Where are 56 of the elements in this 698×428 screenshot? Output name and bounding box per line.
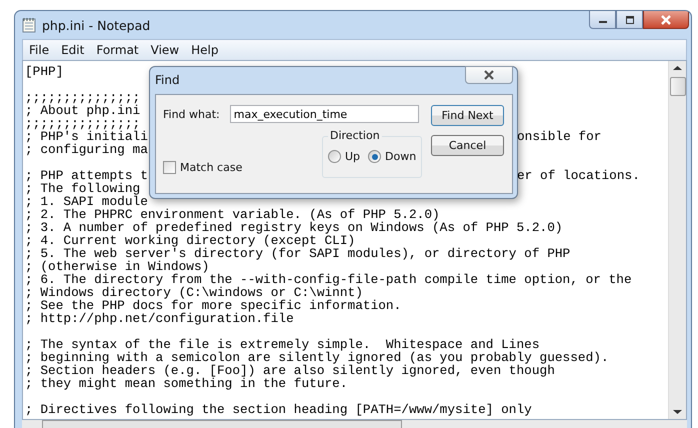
cancel-button[interactable]: Cancel bbox=[431, 135, 504, 156]
text-line: ; The following bbox=[25, 181, 140, 196]
text-line: ; 3. A number of predefined registry keys on Windows (As of PHP 5.2.0) bbox=[25, 220, 563, 235]
text-line: ; configuring ma bbox=[25, 142, 148, 157]
text-line: ; The syntax of the file is extremely simple. Whitespace and Lines bbox=[25, 337, 540, 352]
text-line: ; PHP's initiali bbox=[25, 129, 148, 144]
match-case-label: Match case bbox=[180, 161, 242, 174]
find-next-button[interactable]: Find Next bbox=[431, 105, 504, 126]
find-what-field[interactable]: max_execution_time bbox=[230, 105, 419, 123]
vertical-scrollbar[interactable] bbox=[668, 61, 686, 419]
close-button[interactable] bbox=[465, 66, 513, 84]
maximize-button[interactable] bbox=[616, 11, 643, 29]
text-line: ; 6. The directory from the --with-config-file-path compile time option, or the bbox=[25, 272, 632, 287]
text-line: ; beginning with a semicolon are silently ignored (as you probably guessed). bbox=[25, 350, 609, 365]
text-line: ; 4. Current working directory (except CLI) bbox=[25, 233, 356, 248]
text-line: onsible for bbox=[517, 130, 602, 143]
text-line: ; See the PHP docs for more specific information. bbox=[25, 298, 402, 313]
close-icon bbox=[660, 14, 672, 24]
text-line: ; (otherwise in Windows) bbox=[25, 259, 210, 274]
text-line: ;;;;;;;;;;;;;;; bbox=[25, 116, 140, 131]
close-button[interactable] bbox=[643, 11, 689, 29]
text-line: ; 5. The web server's directory (for SAPI modules), or directory of PHP bbox=[25, 246, 570, 261]
text-line: er of locations. bbox=[517, 169, 640, 182]
text-line: ; Windows directory (C:\windows or C:\winnt) bbox=[25, 285, 363, 300]
radio-label: Down bbox=[385, 150, 416, 163]
text-line: ; 2. The PHPRC environment variable. (As of PHP 5.2.0) bbox=[25, 207, 440, 222]
maximize-icon bbox=[624, 16, 634, 24]
text-line: ;;;;;;;;;;;;;;; bbox=[25, 90, 140, 105]
radio-button[interactable] bbox=[328, 150, 341, 163]
dialog-title: Find bbox=[155, 74, 180, 87]
scroll-up-icon[interactable] bbox=[673, 65, 682, 71]
close-icon bbox=[483, 70, 495, 80]
scroll-thumb[interactable] bbox=[670, 77, 686, 96]
radio-label: Up bbox=[345, 150, 360, 163]
match-case-checkbox[interactable] bbox=[163, 161, 176, 174]
radio-button[interactable] bbox=[368, 150, 382, 163]
menu-item[interactable]: File bbox=[23, 43, 56, 57]
text-line: ; About php.ini bbox=[25, 103, 140, 118]
direction-label: Direction bbox=[328, 129, 382, 142]
window-title: php.ini - Notepad bbox=[42, 18, 150, 32]
text-line: ; Directives following the section heading [PATH=/www/mysite] only bbox=[25, 402, 532, 417]
minimize-button[interactable] bbox=[589, 11, 616, 29]
notepad-icon bbox=[22, 17, 36, 33]
menu-item[interactable]: Help bbox=[185, 43, 224, 57]
text-line: ; Section headers (e.g. [Foo]) are also silently ignored, even though bbox=[25, 363, 555, 378]
menu-item[interactable]: View bbox=[144, 43, 186, 57]
text-line: [PHP] bbox=[25, 64, 64, 79]
text-line: ; they might mean something in the future. bbox=[25, 376, 348, 391]
menu-item[interactable]: Edit bbox=[55, 43, 90, 57]
text-line: ; http://php.net/configuration.file bbox=[25, 311, 294, 326]
menu-item[interactable]: Format bbox=[90, 43, 145, 57]
scroll-down-icon[interactable] bbox=[673, 409, 682, 415]
horizontal-scrollbar[interactable] bbox=[22, 420, 687, 428]
text-line: ; 1. SAPI module bbox=[25, 194, 148, 209]
find-what-label: Find what: bbox=[163, 108, 220, 120]
text-line: ; PHP attempts t bbox=[25, 168, 148, 183]
